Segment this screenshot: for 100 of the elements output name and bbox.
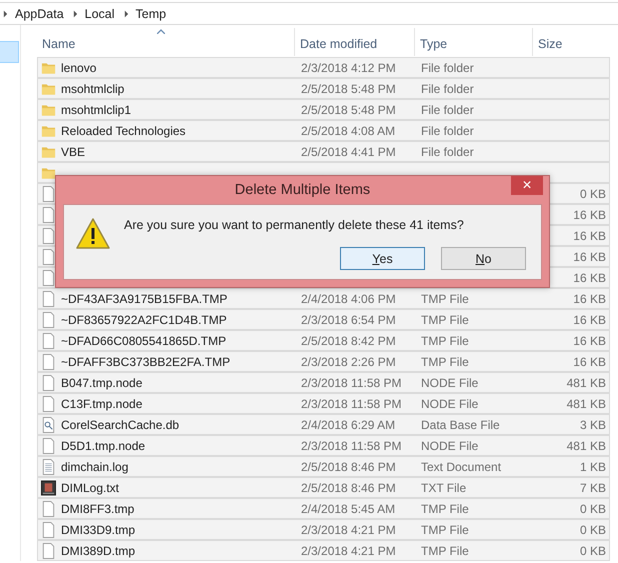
date-modified: 2/3/2018 4:12 PM [301, 60, 396, 74]
file-size: 0 KB [580, 502, 606, 516]
chevron-icon[interactable] [124, 10, 129, 18]
text-file-icon [41, 458, 56, 474]
column-header[interactable]: Name [37, 28, 295, 56]
file-icon [41, 248, 56, 264]
file-type: File folder [421, 102, 474, 116]
date-modified: 2/5/2018 4:08 AM [301, 124, 396, 138]
file-type: TXT File [421, 480, 466, 494]
breadcrumb-item[interactable]: AppData [15, 6, 64, 20]
file-name: C13F.tmp.node [61, 396, 142, 410]
file-icon [41, 332, 56, 348]
file-type: TMP File [421, 502, 469, 516]
dialog-title: Delete Multiple Items [234, 182, 370, 198]
dialog-message: Are you sure you want to permanently delete these 41 items? [124, 218, 464, 232]
file-size: 16 KB [573, 354, 606, 368]
breadcrumb-item[interactable]: Local [84, 6, 115, 20]
date-modified: 2/5/2018 5:48 PM [301, 82, 396, 96]
date-modified: 2/3/2018 11:58 PM [301, 396, 402, 410]
file-type: NODE File [421, 376, 478, 390]
file-type: TMP File [421, 292, 469, 306]
date-modified: 2/3/2018 2:26 PM [301, 354, 396, 368]
file-row[interactable]: ~DFAD66C0805541865D.TMP 2/5/2018 8:42 PM TMP File 16 KB [37, 330, 610, 351]
file-icon [41, 290, 56, 306]
file-row[interactable]: VBE 2/5/2018 4:41 PM File folder [37, 141, 610, 162]
breadcrumb-item[interactable]: Temp [136, 6, 166, 20]
close-button[interactable]: × [511, 176, 543, 195]
date-modified: 2/3/2018 11:58 PM [301, 438, 402, 452]
file-name: ~DF83657922A2FC1D4B.TMP [61, 312, 227, 326]
file-size: 16 KB [573, 208, 606, 222]
file-type: Text Document [421, 460, 502, 474]
file-type: NODE File [421, 438, 478, 452]
file-row[interactable]: ~DF43AF3A9175B15FBA.TMP 2/4/2018 4:06 PM TMP File 16 KB [37, 288, 610, 309]
file-size: 0 KB [580, 544, 606, 558]
file-row[interactable]: lenovo 2/3/2018 4:12 PM File folder [37, 57, 610, 78]
file-row[interactable]: CorelSearchCache.db 2/4/2018 6:29 AM Data Base File 3 KB [37, 414, 610, 435]
file-row[interactable]: msohtmlclip 2/5/2018 5:48 PM File folder [37, 78, 610, 99]
file-name: DMI389D.tmp [61, 544, 136, 558]
file-size: 481 KB [566, 396, 606, 410]
file-type: NODE File [421, 396, 478, 410]
file-name: DMI8FF3.tmp [61, 502, 134, 516]
file-row[interactable]: dimchain.log 2/5/2018 8:46 PM Text Document 1 KB [37, 456, 610, 477]
date-modified: 2/3/2018 11:58 PM [301, 376, 402, 390]
file-type: File folder [421, 144, 474, 158]
date-modified: 2/3/2018 4:21 PM [301, 544, 396, 558]
file-row[interactable]: msohtmlclip1 2/5/2018 5:48 PM File folder [37, 99, 610, 120]
warning-icon [75, 217, 111, 251]
column-header[interactable]: Type [415, 28, 533, 56]
file-row[interactable]: DIMLog.txt 2/5/2018 8:46 PM TXT File 7 KB [37, 477, 610, 498]
file-icon [41, 228, 56, 244]
file-row[interactable]: C13F.tmp.node 2/3/2018 11:58 PM NODE File 481 KB [37, 393, 610, 414]
address-bar[interactable]: AppData Local Temp [0, 2, 618, 25]
file-icon [41, 522, 56, 538]
file-size: 16 KB [573, 270, 606, 284]
file-name: CorelSearchCache.db [61, 418, 180, 432]
file-icon [41, 186, 56, 202]
file-name: DIMLog.txt [61, 480, 120, 494]
column-header[interactable]: Date modified [295, 28, 415, 56]
file-name: Reloaded Technologies [61, 124, 186, 138]
file-type: File folder [421, 124, 474, 138]
file-row[interactable]: DMI33D9.tmp 2/3/2018 4:21 PM TMP File 0 KB [37, 519, 610, 540]
file-row[interactable]: DMI389D.tmp 2/3/2018 4:21 PM TMP File 0 KB [37, 540, 610, 561]
file-size: 16 KB [573, 312, 606, 326]
no-button[interactable]: No [441, 247, 526, 270]
file-row[interactable]: B047.tmp.node 2/3/2018 11:58 PM NODE File 481 KB [37, 372, 610, 393]
yes-button[interactable]: Yes [340, 247, 425, 270]
file-icon [41, 438, 56, 454]
file-size: 0 KB [580, 522, 606, 536]
file-type: File folder [421, 60, 474, 74]
file-icon [41, 396, 56, 412]
column-header[interactable]: Size [533, 28, 610, 56]
file-row[interactable]: Reloaded Technologies 2/5/2018 4:08 AM File folder [37, 120, 610, 141]
file-name: D5D1.tmp.node [61, 438, 146, 452]
file-icon [41, 312, 56, 328]
date-modified: 2/4/2018 5:45 AM [301, 502, 396, 516]
database-file-icon [41, 416, 56, 432]
file-size: 16 KB [573, 334, 606, 348]
file-type: TMP File [421, 522, 469, 536]
file-name: B047.tmp.node [61, 376, 142, 390]
file-type: TMP File [421, 544, 469, 558]
file-icon [41, 354, 56, 370]
file-name: ~DFAD66C0805541865D.TMP [61, 334, 226, 348]
date-modified: 2/4/2018 6:29 AM [301, 418, 396, 432]
file-size: 16 KB [573, 292, 606, 306]
chevron-icon[interactable] [3, 10, 8, 18]
file-row[interactable]: ~DFAFF3BC373BB2E2FA.TMP 2/3/2018 2:26 PM TMP File 16 KB [37, 351, 610, 372]
file-name: VBE [61, 144, 86, 158]
file-icon [41, 500, 56, 516]
file-row[interactable]: DMI8FF3.tmp 2/4/2018 5:45 AM TMP File 0 KB [37, 498, 610, 519]
date-modified: 2/3/2018 4:21 PM [301, 522, 396, 536]
date-modified: 2/5/2018 5:48 PM [301, 102, 396, 116]
file-name: msohtmlclip1 [61, 102, 132, 116]
file-type: Data Base File [421, 418, 500, 432]
chevron-icon[interactable] [72, 10, 78, 18]
file-row[interactable]: ~DF83657922A2FC1D4B.TMP 2/3/2018 6:54 PM TMP File 16 KB [37, 309, 610, 330]
file-name: msohtmlclip [61, 82, 124, 96]
file-name: ~DFAFF3BC373BB2E2FA.TMP [61, 354, 230, 368]
file-size: 481 KB [566, 376, 606, 390]
file-row[interactable]: D5D1.tmp.node 2/3/2018 11:58 PM NODE File 481 KB [37, 435, 610, 456]
file-size: 3 KB [580, 418, 606, 432]
